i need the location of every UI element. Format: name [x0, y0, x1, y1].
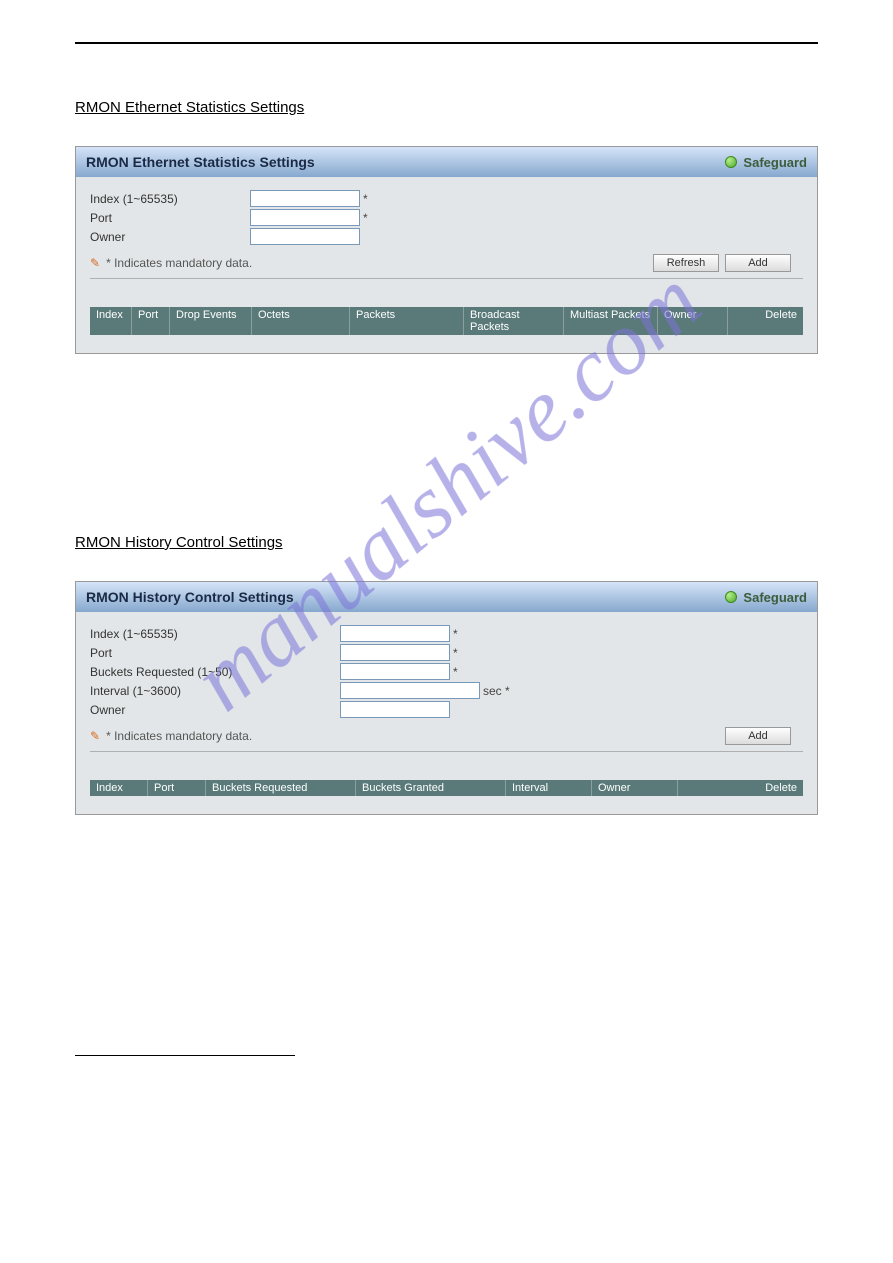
col-port-2: Port: [148, 780, 206, 796]
section1-title: RMON Ethernet Statistics Settings: [75, 99, 818, 116]
section3-underline: [75, 1055, 295, 1056]
col-buckets-req: Buckets Requested: [206, 780, 356, 796]
table-header-1: Index Port Drop Events Octets Packets Br…: [90, 307, 803, 335]
input-owner-1[interactable]: [250, 228, 360, 245]
label-interval: Interval (1~3600): [90, 684, 340, 698]
spacer-2: [75, 855, 818, 1055]
divider-1: [90, 278, 803, 279]
col-interval: Interval: [506, 780, 592, 796]
col-packets: Packets: [350, 307, 464, 335]
row-owner-2: Owner: [90, 700, 803, 719]
safeguard-dot-icon-2: [725, 591, 737, 603]
col-index-1: Index: [90, 307, 132, 335]
label-buckets: Buckets Requested (1~50): [90, 665, 340, 679]
row-index-2: Index (1~65535) *: [90, 624, 803, 643]
star-index-2: *: [453, 627, 458, 641]
section2-title: RMON History Control Settings: [75, 534, 818, 551]
input-port-2[interactable]: [340, 644, 450, 661]
input-interval[interactable]: [340, 682, 480, 699]
top-rule: [75, 42, 818, 44]
mandatory-row-2: ✎ * Indicates mandatory data. Add: [90, 727, 803, 745]
spacer-1: [75, 394, 818, 534]
input-port-1[interactable]: [250, 209, 360, 226]
col-buckets-grant: Buckets Granted: [356, 780, 506, 796]
star-index-1: *: [363, 192, 368, 206]
row-owner-1: Owner: [90, 227, 803, 246]
panel1-title: RMON Ethernet Statistics Settings: [86, 154, 315, 170]
pencil-icon-2: ✎: [90, 729, 100, 743]
col-owner-2: Owner: [592, 780, 678, 796]
col-broadcast: Broadcast Packets: [464, 307, 564, 335]
panel-history-control: RMON History Control Settings Safeguard …: [75, 581, 818, 815]
mandatory-text-2: * Indicates mandatory data.: [106, 729, 252, 743]
safeguard-badge-1: Safeguard: [725, 155, 807, 170]
safeguard-label-1: Safeguard: [743, 155, 807, 170]
col-dropevents: Drop Events: [170, 307, 252, 335]
col-index-2: Index: [90, 780, 148, 796]
panel2-header: RMON History Control Settings Safeguard: [76, 582, 817, 612]
panel1-title-post: ON Ethernet Statistics Settings: [108, 154, 315, 170]
panel2-title: RMON History Control Settings: [86, 589, 294, 605]
page-content: RMON Ethernet Statistics Settings RMON E…: [0, 42, 893, 1056]
col-owner-1: Owner: [658, 307, 728, 335]
input-owner-2[interactable]: [340, 701, 450, 718]
row-interval: Interval (1~3600) sec *: [90, 681, 803, 700]
row-buckets: Buckets Requested (1~50) *: [90, 662, 803, 681]
safeguard-dot-icon: [725, 156, 737, 168]
mandatory-row-1: ✎ * Indicates mandatory data. Refresh Ad…: [90, 254, 803, 272]
panel-ethernet-stats: RMON Ethernet Statistics Settings Safegu…: [75, 146, 818, 354]
panel1-body: Index (1~65535) * Port * Owner ✎ * Indic…: [76, 177, 817, 353]
input-buckets[interactable]: [340, 663, 450, 680]
col-delete-1: Delete: [728, 307, 803, 335]
star-buckets: *: [453, 665, 458, 679]
table-header-2: Index Port Buckets Requested Buckets Gra…: [90, 780, 803, 796]
interval-suffix: sec *: [483, 684, 510, 698]
col-octets: Octets: [252, 307, 350, 335]
divider-2: [90, 751, 803, 752]
label-index-2: Index (1~65535): [90, 627, 340, 641]
row-index-1: Index (1~65535) *: [90, 189, 803, 208]
mandatory-text-1: * Indicates mandatory data.: [106, 256, 252, 270]
add-button-2[interactable]: Add: [725, 727, 791, 745]
mandatory-note-2: ✎ * Indicates mandatory data.: [90, 729, 252, 743]
label-owner-1: Owner: [90, 230, 250, 244]
row-port-1: Port *: [90, 208, 803, 227]
button-group-1: Refresh Add: [653, 254, 791, 272]
input-index-2[interactable]: [340, 625, 450, 642]
pencil-icon: ✎: [90, 256, 100, 270]
panel1-title-pre: RM: [86, 154, 108, 170]
add-button-1[interactable]: Add: [725, 254, 791, 272]
refresh-button[interactable]: Refresh: [653, 254, 719, 272]
label-port-2: Port: [90, 646, 340, 660]
panel1-header: RMON Ethernet Statistics Settings Safegu…: [76, 147, 817, 177]
label-index-1: Index (1~65535): [90, 192, 250, 206]
star-port-2: *: [453, 646, 458, 660]
label-port-1: Port: [90, 211, 250, 225]
safeguard-badge-2: Safeguard: [725, 590, 807, 605]
row-port-2: Port *: [90, 643, 803, 662]
label-owner-2: Owner: [90, 703, 340, 717]
mandatory-note-1: ✎ * Indicates mandatory data.: [90, 256, 252, 270]
input-index-1[interactable]: [250, 190, 360, 207]
safeguard-label-2: Safeguard: [743, 590, 807, 605]
col-multicast: Multiast Packets: [564, 307, 658, 335]
col-delete-2: Delete: [678, 780, 803, 796]
col-port-1: Port: [132, 307, 170, 335]
panel2-body: Index (1~65535) * Port * Buckets Request…: [76, 612, 817, 814]
button-group-2: Add: [725, 727, 791, 745]
star-port-1: *: [363, 211, 368, 225]
